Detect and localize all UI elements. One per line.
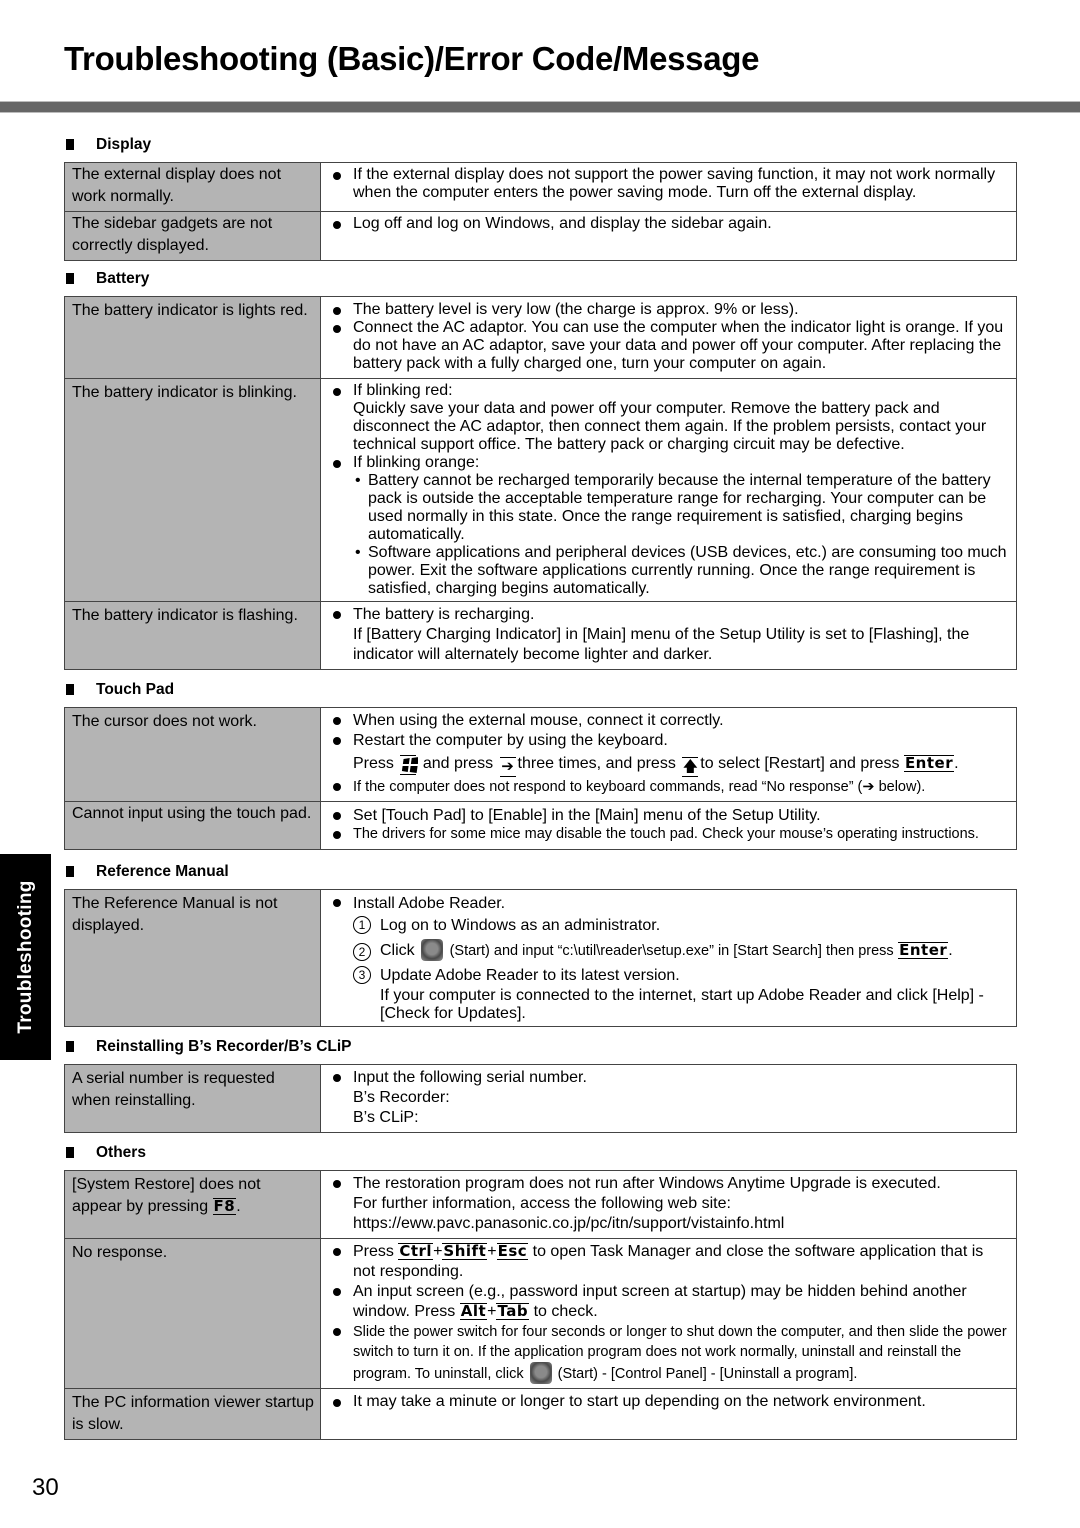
serial-bs-clip: B’s CLiP: (353, 1109, 419, 1126)
windows-key-icon (400, 755, 419, 775)
solution-cell: Input the following serial number. B’s R… (320, 1064, 1017, 1133)
section-battery: Battery The battery indicator is lights … (64, 270, 1017, 670)
table-row: The cursor does not work. When using the… (64, 707, 1017, 802)
square-bullet-icon (66, 866, 74, 877)
square-bullet-icon (66, 1041, 74, 1052)
section-display: Display The external display does not wo… (64, 136, 1017, 261)
shift-key: Shift (442, 1242, 488, 1260)
table-row: The battery indicator is blinking. If bl… (64, 378, 1017, 602)
solution-cell: It may take a minute or longer to start … (320, 1388, 1017, 1440)
touchpad-table: The cursor does not work. When using the… (64, 707, 1017, 850)
no-response-note: If the computer does not respond to keyb… (333, 777, 1008, 797)
start-button-icon (421, 939, 444, 961)
square-bullet-icon (66, 1147, 74, 1158)
solution-cell: Log off and log on Windows, and display … (320, 211, 1017, 261)
table-row: The battery indicator is lights red. The… (64, 296, 1017, 379)
symptom-cell: The battery indicator is lights red. (64, 296, 321, 379)
tab-key: Tab (496, 1302, 530, 1320)
enter-key: Enter (898, 941, 949, 959)
table-row: No response. Press Ctrl+Shift+Esc to ope… (64, 1238, 1017, 1389)
symptom-cell: The sidebar gadgets are not correctly di… (64, 211, 321, 261)
table-row: Cannot input using the touch pad. Set [T… (64, 801, 1017, 850)
display-table: The external display does not work norma… (64, 162, 1017, 261)
right-arrow-icon: ➔ (862, 779, 875, 795)
section-reinstall: Reinstalling B’s Recorder/B’s CLiP A ser… (64, 1038, 1017, 1133)
solution-cell: Press Ctrl+Shift+Esc to open Task Manage… (320, 1238, 1017, 1389)
page-title: Troubleshooting (Basic)/Error Code/Messa… (64, 40, 760, 77)
table-row: The Reference Manual is not displayed. I… (64, 889, 1017, 1027)
title-divider-bar (0, 101, 1080, 113)
side-tab-troubleshooting: Troubleshooting (0, 854, 51, 1060)
section-heading: Touch Pad (64, 681, 1017, 707)
right-arrow-key-icon: ➔ (499, 757, 516, 777)
step-3: 3 Update Adobe Reader to its latest versi… (333, 965, 1008, 987)
ctrl-key: Ctrl (398, 1242, 434, 1260)
others-table: [System Restore] does not appear by pres… (64, 1170, 1017, 1440)
solution-cell: The battery level is very low (the charg… (320, 296, 1017, 379)
section-heading: Battery (64, 270, 1017, 296)
esc-key: Esc (496, 1242, 529, 1260)
symptom-cell: [System Restore] does not appear by pres… (64, 1170, 321, 1239)
symptom-cell: The battery indicator is flashing. (64, 601, 321, 670)
symptom-cell: The battery indicator is blinking. (64, 378, 321, 602)
step-2: 2 Click (Start) and input “c:\util\reader… (333, 937, 1008, 965)
section-touchpad: Touch Pad The cursor does not work. When… (64, 681, 1017, 850)
symptom-cell: The PC information viewer startup is slo… (64, 1388, 321, 1440)
f8-key: F8 (212, 1197, 237, 1215)
section-heading: Reinstalling B’s Recorder/B’s CLiP (64, 1038, 1017, 1064)
solution-cell: If blinking red: Quickly save your data … (320, 378, 1017, 602)
reference-table: The Reference Manual is not displayed. I… (64, 889, 1017, 1027)
symptom-cell: A serial number is requested when reinst… (64, 1064, 321, 1133)
square-bullet-icon (66, 684, 74, 695)
symptom-cell: Cannot input using the touch pad. (64, 801, 321, 850)
solution-cell: If the external display does not support… (320, 162, 1017, 212)
table-row: [System Restore] does not appear by pres… (64, 1170, 1017, 1239)
page-number: 30 (32, 1474, 59, 1501)
solution-cell: When using the external mouse, connect i… (320, 707, 1017, 802)
support-url-link[interactable]: https://eww.pavc.panasonic.co.jp/pc/itn/… (333, 1214, 1008, 1234)
symptom-cell: No response. (64, 1238, 321, 1389)
step-1: 1 Log on to Windows as an administrator. (333, 915, 1008, 937)
table-row: A serial number is requested when reinst… (64, 1064, 1017, 1133)
symptom-cell: The Reference Manual is not displayed. (64, 889, 321, 1027)
battery-table: The battery indicator is lights red. The… (64, 296, 1017, 670)
section-heading: Reference Manual (64, 863, 1017, 889)
restart-instructions: Press and press ➔ three times, and press … (353, 754, 959, 777)
reinstall-table: A serial number is requested when reinst… (64, 1064, 1017, 1133)
up-arrow-key-icon: 🡅 (682, 757, 699, 777)
table-row: The sidebar gadgets are not correctly di… (64, 211, 1017, 261)
solution-cell: The restoration program does not run aft… (320, 1170, 1017, 1239)
solution-cell: Install Adobe Reader. 1 Log on to Windows… (320, 889, 1017, 1027)
section-heading: Others (64, 1144, 1017, 1170)
section-others: Others [System Restore] does not appear … (64, 1144, 1017, 1440)
section-reference-manual: Reference Manual The Reference Manual is… (64, 863, 1017, 1027)
table-row: The battery indicator is flashing. The b… (64, 601, 1017, 670)
symptom-cell: The external display does not work norma… (64, 162, 321, 212)
enter-key: Enter (903, 754, 955, 772)
start-button-icon (529, 1362, 552, 1384)
serial-bs-recorder: B’s Recorder: (353, 1089, 450, 1106)
solution-cell: Set [Touch Pad] to [Enable] in the [Main… (320, 801, 1017, 850)
table-row: The external display does not work norma… (64, 162, 1017, 212)
alt-key: Alt (459, 1302, 488, 1320)
table-row: The PC information viewer startup is slo… (64, 1388, 1017, 1440)
symptom-cell: The cursor does not work. (64, 707, 321, 802)
section-heading: Display (64, 136, 1017, 162)
solution-cell: The battery is recharging. If [Battery C… (320, 601, 1017, 670)
square-bullet-icon (66, 139, 74, 150)
square-bullet-icon (66, 273, 74, 284)
